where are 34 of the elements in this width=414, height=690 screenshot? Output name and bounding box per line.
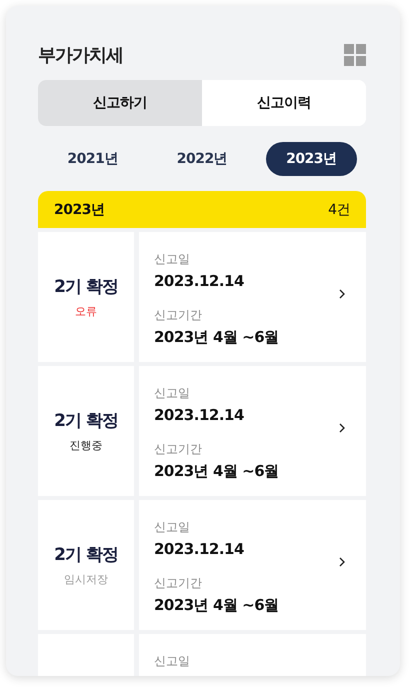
year-tab[interactable]: 2022년 xyxy=(156,142,248,176)
report-period: 2023년 4월 ~6월 xyxy=(154,462,279,481)
field-label: 신고기간 xyxy=(154,441,203,458)
record-count: 4건 xyxy=(328,200,350,218)
record-detail-cell[interactable]: 신고일 2023.12.14 신고기간 2023년 4월 ~6월 xyxy=(139,366,366,496)
record-status: 진행중 xyxy=(70,438,102,453)
field-label: 신고기간 xyxy=(154,307,203,324)
report-period: 2023년 4월 ~6월 xyxy=(154,596,279,615)
report-date: 2023.12.14 xyxy=(154,406,245,424)
page-title: 부가가치세 xyxy=(38,44,123,67)
chevron-right-icon xyxy=(339,557,345,567)
record-detail-cell[interactable]: 신고일 2023.12.14 신고기간 2023년 4월 ~6월 xyxy=(139,500,366,630)
year-tab[interactable]: 2021년 xyxy=(47,142,138,176)
summary-year: 2023년 xyxy=(54,200,104,218)
report-period: 2023년 4월 ~6월 xyxy=(154,328,279,347)
report-date: 2023.12.14 xyxy=(154,272,245,290)
record-status: 임시저장 xyxy=(64,572,108,587)
record-title: 2기 확정 xyxy=(54,410,118,432)
field-label: 신고기간 xyxy=(154,575,203,592)
field-label: 신고일 xyxy=(154,653,190,670)
chevron-right-icon xyxy=(339,289,345,299)
record-detail-cell[interactable]: 신고일 2023.12.14 신고기간 2023년 4월 ~6월 xyxy=(139,232,366,362)
year-tab[interactable]: 2023년 xyxy=(266,142,357,176)
field-label: 신고일 xyxy=(154,519,191,536)
grid-menu-icon[interactable] xyxy=(344,44,366,66)
record-status: 오류 xyxy=(75,304,97,319)
field-label: 신고일 xyxy=(154,385,191,402)
record-detail-cell[interactable]: 신고일 xyxy=(139,634,366,676)
tab[interactable]: 신고하기 xyxy=(38,80,202,126)
chevron-right-icon xyxy=(339,423,345,433)
record-title: 2기 확정 xyxy=(54,544,118,566)
field-label: 신고일 xyxy=(154,251,191,268)
record-title: 2기 확정 xyxy=(54,276,118,298)
report-date: 2023.12.14 xyxy=(154,540,245,558)
